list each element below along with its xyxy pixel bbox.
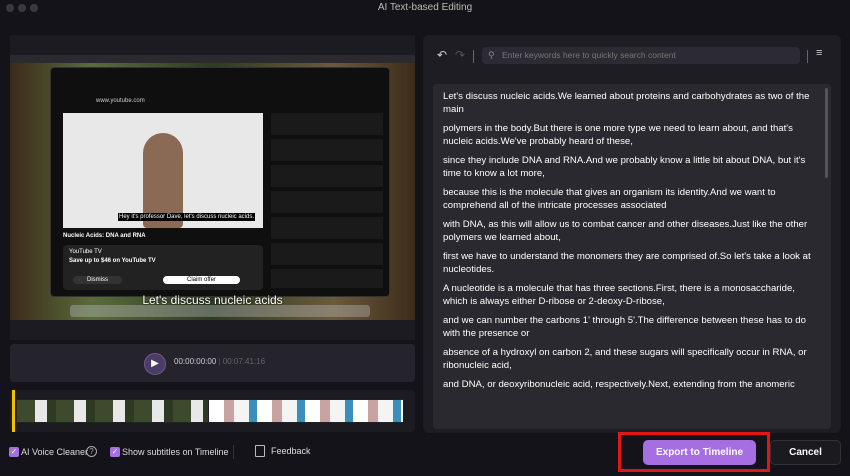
divider [807,50,808,63]
timeline-thumbnails-forest [16,399,216,423]
ad-brand: YouTube TV [69,249,102,255]
undo-icon[interactable]: ↶ [437,48,447,62]
playhead[interactable] [12,390,15,432]
transcript-paragraph[interactable]: and DNA, or deoxyribonucleic acid, respe… [443,378,819,391]
cancel-button[interactable]: Cancel [770,440,841,465]
transcript-paragraph[interactable]: polymers in the body.But there is one mo… [443,122,819,148]
video-dock [70,305,370,317]
play-icon[interactable]: ▶ [144,353,166,375]
video-menubar [10,55,415,63]
clear-format-icon[interactable]: ≡ [816,47,822,59]
video-inner-player: Hey it's professor Dave, let's discuss n… [63,113,263,228]
scrollbar[interactable] [825,88,828,178]
feedback-icon[interactable] [255,445,265,457]
export-to-timeline-button[interactable]: Export to Timeline [643,440,756,465]
close-window-button[interactable] [6,4,14,12]
current-time: 00:00:00:00 [174,357,217,366]
voice-cleaner-label: AI Voice Cleaner [21,447,89,457]
help-icon[interactable]: ? [86,446,97,457]
playback-controls: ▶ 00:00:00:00 | 00:07:41:16 [10,344,415,382]
transcript-paragraph[interactable]: A nucleotide is a molecule that has thre… [443,282,819,308]
timeline-track[interactable] [10,390,415,432]
transcript-paragraph[interactable]: Let's discuss nucleic acids.We learned a… [443,90,819,116]
redo-icon[interactable]: ↷ [455,48,465,62]
timeline-thumbnails-slides [208,399,404,423]
video-sidebar-recs [271,113,383,288]
show-subtitles-checkbox[interactable]: ✓ [110,447,120,457]
minimize-window-button[interactable] [18,4,26,12]
video-browser-window: www.youtube.com Hey it's professor Dave,… [50,67,390,297]
maximize-window-button[interactable] [30,4,38,12]
video-inner-title: Nucleic Acids: DNA and RNA [63,233,146,239]
transcript-paragraph[interactable]: absence of a hydroxyl on carbon 2, and t… [443,346,819,372]
video-preview[interactable]: www.youtube.com Hey it's professor Dave,… [10,55,415,320]
transcript-paragraph[interactable]: since they include DNA and RNA.And we pr… [443,154,819,180]
divider [473,50,474,63]
transcript-paragraph[interactable]: with DNA, as this will allow us to comba… [443,218,819,244]
video-caption: Hey it's professor Dave, let's discuss n… [118,213,256,221]
total-time: 00:07:41:16 [222,357,266,366]
transcript-paragraph[interactable]: and we can number the carbons 1' through… [443,314,819,340]
search-icon: ⚲ [488,50,495,60]
ad-claim: Claim offer [163,276,240,284]
video-url: www.youtube.com [96,98,145,104]
ad-text: Save up to $46 on YouTube TV [69,258,156,264]
divider [233,445,234,459]
transcript-paragraph[interactable]: because this is the molecule that gives … [443,186,819,212]
transcript-text[interactable]: Let's discuss nucleic acids.We learned a… [433,84,831,429]
feedback-button[interactable]: Feedback [271,446,311,456]
search-input[interactable]: Enter keywords here to quickly search co… [482,47,800,64]
transcript-panel: ↶ ↷ Enter keywords here to quickly searc… [423,35,841,433]
transcript-paragraph[interactable]: first we have to understand the monomers… [443,250,819,276]
voice-cleaner-checkbox[interactable]: ✓ [9,447,19,457]
show-subtitles-label: Show subtitles on Timeline [122,447,229,457]
timecode: 00:00:00:00 | 00:07:41:16 [174,357,266,366]
ad-card: YouTube TV Save up to $46 on YouTube TV … [63,245,263,290]
window-title: AI Text-based Editing [377,2,473,13]
ad-dismiss: Dismiss [73,276,122,284]
